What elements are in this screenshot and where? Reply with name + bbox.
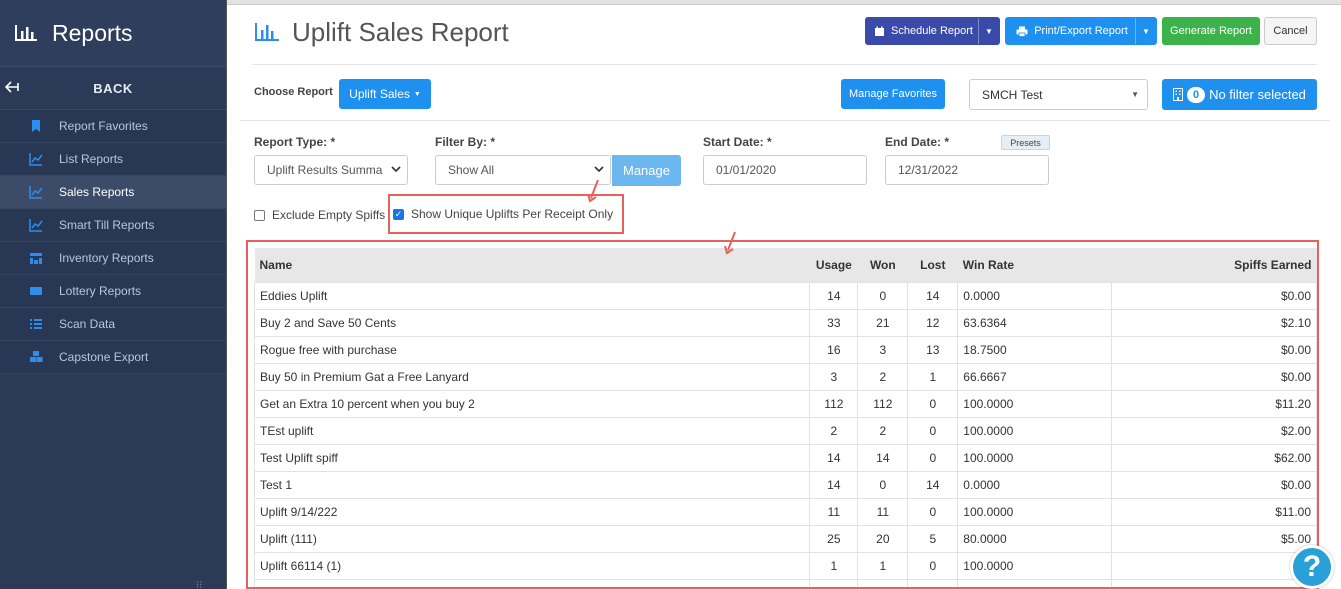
filter-button[interactable]: 0 No filter selected xyxy=(1162,79,1317,110)
schedule-report-button[interactable]: Schedule Report ▼ xyxy=(865,17,1000,45)
current-report-label: Uplift Sales xyxy=(349,87,410,101)
report-type-select[interactable]: Uplift Results Summa xyxy=(254,155,408,185)
back-label: BACK xyxy=(93,80,133,96)
reports-chart-icon xyxy=(15,25,37,41)
chart-icon xyxy=(29,185,43,199)
start-date-input[interactable]: 01/01/2020 xyxy=(703,155,867,185)
manage-favorites-button[interactable]: Manage Favorites xyxy=(841,79,945,109)
store-select-value: SMCH Test xyxy=(982,87,1043,102)
cubes-icon xyxy=(29,350,43,364)
list-icon xyxy=(29,317,43,331)
sidebar-item-sales-reports[interactable]: Sales Reports xyxy=(0,176,226,209)
start-date-value: 01/01/2020 xyxy=(716,163,777,177)
browser-tab-strip xyxy=(227,0,1341,5)
manage-filter-button[interactable]: Manage xyxy=(612,155,681,186)
annotation-highlight-box xyxy=(246,240,1319,589)
end-date-input[interactable]: 12/31/2022 xyxy=(885,155,1049,185)
sidebar-header: Reports xyxy=(0,0,226,67)
inventory-icon xyxy=(29,251,43,265)
filter-by-value: Show All xyxy=(448,163,495,177)
end-date-value: 12/31/2022 xyxy=(898,163,959,177)
report-type-label: Report Type: * xyxy=(254,135,336,149)
chart-icon xyxy=(29,152,43,166)
sidebar-item-capstone-export[interactable]: Capstone Export xyxy=(0,341,226,374)
schedule-report-label: Schedule Report xyxy=(891,25,973,37)
caret-down-icon: ▼ xyxy=(413,90,421,98)
calendar-icon xyxy=(875,26,885,36)
report-type-value: Uplift Results Summa xyxy=(267,163,383,177)
scroll-grip-icon[interactable]: ⁝⁝ xyxy=(196,580,202,589)
presets-button[interactable]: Presets xyxy=(1001,135,1050,150)
page-title: Uplift Sales Report xyxy=(292,16,509,47)
sidebar-item-smart-till-reports[interactable]: Smart Till Reports xyxy=(0,209,226,242)
choose-report-label: Choose Report xyxy=(254,86,333,98)
chevron-down-icon xyxy=(391,165,401,175)
back-arrow-icon xyxy=(4,79,20,100)
chevron-down-icon xyxy=(594,165,604,175)
help-button[interactable]: ? xyxy=(1290,545,1334,589)
sidebar-item-label: Lottery Reports xyxy=(59,284,142,298)
sidebar: Reports BACK Report Favorites List Repor… xyxy=(0,0,227,589)
report-chart-icon xyxy=(255,23,279,41)
filter-by-select[interactable]: Show All xyxy=(435,155,611,185)
divider xyxy=(252,64,1317,65)
divider xyxy=(240,120,1330,121)
sidebar-item-label: Report Favorites xyxy=(59,119,148,133)
building-icon xyxy=(1173,88,1184,101)
sidebar-item-label: List Reports xyxy=(59,152,124,166)
end-date-label: End Date: * xyxy=(885,135,950,149)
sidebar-item-scan-data[interactable]: Scan Data xyxy=(0,308,226,341)
sidebar-item-label: Sales Reports xyxy=(59,185,135,199)
main-content: Uplift Sales Report Schedule Report ▼ Pr… xyxy=(240,6,1330,589)
ticket-icon xyxy=(29,284,43,298)
page-title-row: Uplift Sales Report xyxy=(240,12,509,52)
choose-report-dropdown[interactable]: Uplift Sales ▼ xyxy=(339,79,431,109)
exclude-empty-spiffs-option[interactable]: Exclude Empty Spiffs xyxy=(254,208,385,222)
sidebar-item-list-reports[interactable]: List Reports xyxy=(0,143,226,176)
back-button[interactable]: BACK xyxy=(0,67,226,110)
store-select[interactable]: SMCH Test ▼ xyxy=(969,79,1148,110)
print-export-label: Print/Export Report xyxy=(1034,25,1128,37)
sidebar-title: Reports xyxy=(52,19,133,46)
sidebar-item-label: Scan Data xyxy=(59,317,116,331)
sidebar-item-inventory-reports[interactable]: Inventory Reports xyxy=(0,242,226,275)
annotation-arrow-icon xyxy=(724,231,736,255)
sidebar-item-label: Inventory Reports xyxy=(59,251,154,265)
schedule-dropdown-caret-icon[interactable]: ▼ xyxy=(978,18,999,44)
filter-count-badge: 0 xyxy=(1187,86,1206,103)
sidebar-item-lottery-reports[interactable]: Lottery Reports xyxy=(0,275,226,308)
sidebar-item-report-favorites[interactable]: Report Favorites xyxy=(0,110,226,143)
bookmark-icon xyxy=(29,119,43,133)
print-export-button[interactable]: Print/Export Report ▼ xyxy=(1005,17,1157,45)
print-dropdown-caret-icon[interactable]: ▼ xyxy=(1135,18,1156,44)
exclude-empty-spiffs-checkbox[interactable] xyxy=(254,209,265,221)
start-date-label: Start Date: * xyxy=(703,135,772,149)
annotation-arrow-icon xyxy=(587,179,599,203)
sidebar-item-label: Smart Till Reports xyxy=(59,218,155,232)
sidebar-item-label: Capstone Export xyxy=(59,350,149,364)
caret-down-icon: ▼ xyxy=(1131,90,1139,99)
filter-by-label: Filter By: * xyxy=(435,135,496,149)
printer-icon xyxy=(1016,26,1028,37)
chart-icon xyxy=(29,218,43,232)
cancel-button[interactable]: Cancel xyxy=(1264,17,1317,45)
generate-report-button[interactable]: Generate Report xyxy=(1162,17,1260,45)
exclude-empty-spiffs-label: Exclude Empty Spiffs xyxy=(272,208,386,222)
filter-label: No filter selected xyxy=(1209,87,1306,102)
